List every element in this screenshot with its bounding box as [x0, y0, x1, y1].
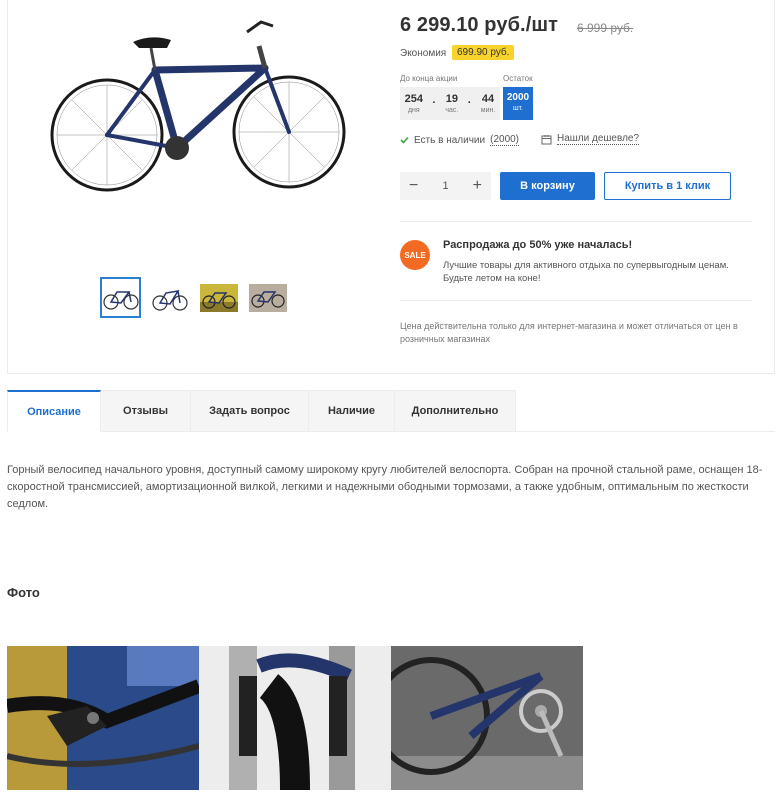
- timer-days: 254 дня: [404, 92, 424, 114]
- thumbnail-4[interactable]: [247, 277, 288, 318]
- tab-availability[interactable]: Наличие: [309, 390, 395, 432]
- sale-title: Распродажа до 50% уже началась!: [443, 239, 633, 251]
- availability-count[interactable]: (2000): [490, 134, 520, 146]
- photo-shifter[interactable]: [7, 646, 199, 790]
- divider: [400, 221, 752, 222]
- photo-brakes[interactable]: [199, 646, 391, 790]
- timer-minutes-unit: мин.: [480, 106, 496, 114]
- photo-drivetrain[interactable]: [391, 646, 583, 790]
- found-cheaper[interactable]: Нашли дешевле?: [541, 133, 640, 145]
- thumbnail-1[interactable]: [100, 277, 141, 318]
- main-product-image[interactable]: STERN: [47, 10, 347, 200]
- tab-additional[interactable]: Дополнительно: [395, 390, 516, 432]
- price-tag-icon: [541, 134, 552, 144]
- availability-label: Есть в наличии: [414, 134, 486, 146]
- tab-ask-question[interactable]: Задать вопрос: [191, 390, 309, 432]
- tab-description[interactable]: Описание: [7, 390, 101, 432]
- quantity-stepper: − 1 +: [400, 172, 491, 200]
- product-description: Горный велосипед начального уровня, дост…: [7, 464, 763, 510]
- stock-count: 2000: [506, 92, 530, 103]
- thumbnail-strip: [100, 277, 288, 318]
- tab-reviews[interactable]: Отзывы: [101, 390, 191, 432]
- timer-days-value: 254: [404, 92, 424, 105]
- thumbnail-2[interactable]: [149, 277, 190, 318]
- stock-unit: шт.: [513, 105, 523, 112]
- quantity-value[interactable]: 1: [442, 180, 448, 192]
- price-disclaimer: Цена действительна только для интернет-м…: [400, 321, 738, 344]
- timer-minutes-value: 44: [481, 92, 495, 105]
- quantity-decrease-button[interactable]: −: [409, 178, 418, 194]
- sale-badge-icon: SALE: [400, 240, 430, 270]
- timer-minutes: 44 мин.: [480, 92, 496, 114]
- add-to-cart-button[interactable]: В корзину: [500, 172, 595, 200]
- stock-box: 2000 шт.: [503, 87, 533, 120]
- timer-caption: До конца акции: [400, 74, 458, 83]
- economy-badge: 699.90 руб.: [452, 45, 515, 60]
- stock-caption: Остаток: [503, 74, 533, 83]
- buy-one-click-button[interactable]: Купить в 1 клик: [604, 172, 731, 200]
- promo-timer: 254 дня · 19 час. · 44 мин.: [400, 87, 500, 120]
- economy-label: Экономия: [400, 48, 447, 59]
- timer-separator: ·: [467, 96, 472, 109]
- timer-separator: ·: [432, 96, 437, 109]
- timer-hours: 19 час.: [445, 92, 459, 114]
- divider: [400, 300, 752, 301]
- sale-text: Лучшие товары для активного отдыха по су…: [443, 260, 729, 284]
- availability-status: Есть в наличии (2000): [400, 134, 520, 146]
- timer-days-unit: дня: [407, 106, 420, 114]
- check-icon: [400, 136, 409, 144]
- product-tabs: Описание Отзывы Задать вопрос Наличие До…: [7, 390, 775, 432]
- old-price: 6 999 руб.: [577, 21, 634, 35]
- quantity-increase-button[interactable]: +: [473, 178, 482, 194]
- timer-hours-unit: час.: [445, 106, 459, 114]
- photo-section-title: Фото: [7, 585, 40, 600]
- thumbnail-3[interactable]: [198, 277, 239, 318]
- product-price: 6 299.10 руб./шт: [400, 14, 559, 36]
- timer-hours-value: 19: [445, 92, 459, 105]
- found-cheaper-link[interactable]: Нашли дешевле?: [557, 133, 640, 145]
